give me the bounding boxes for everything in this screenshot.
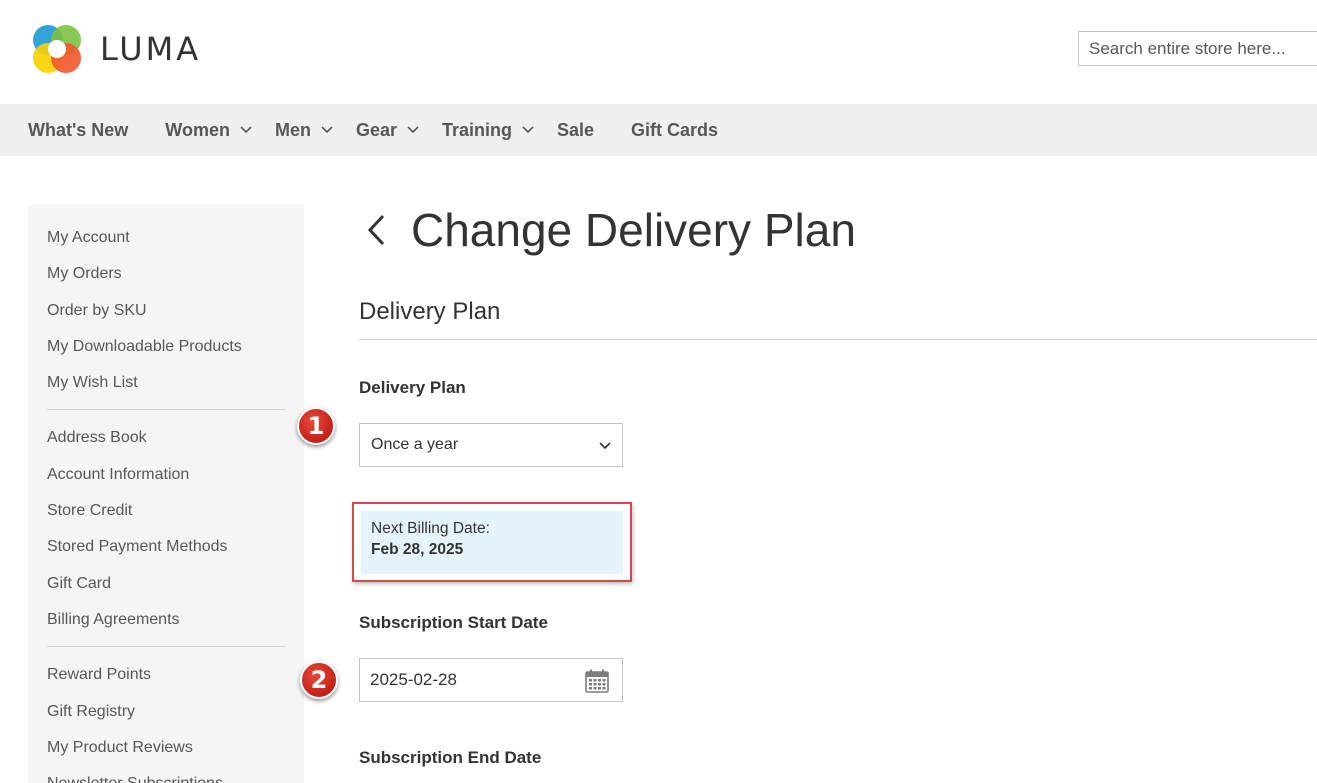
delivery-plan-select[interactable]: Once a year: [359, 423, 623, 467]
nav-label: Men: [274, 119, 311, 140]
sidebar-item-newsletter-subscriptions[interactable]: Newsletter Subscriptions: [28, 772, 304, 783]
nav-item-gift-cards[interactable]: Gift Cards: [631, 120, 718, 141]
main-navigation: What's New Women Men Gear Training Sale …: [0, 104, 1317, 156]
delivery-plan-label: Delivery Plan: [359, 378, 466, 397]
chevron-down-icon: [407, 126, 419, 134]
sidebar-item-downloadable-products[interactable]: My Downloadable Products: [28, 335, 304, 371]
nav-item-whats-new[interactable]: What's New: [28, 120, 128, 141]
nav-item-women[interactable]: Women: [165, 120, 253, 141]
search-input[interactable]: [1078, 31, 1317, 66]
luma-logo-icon: [33, 25, 81, 73]
page-title: Change Delivery Plan: [411, 204, 856, 256]
page-header: LUMA: [0, 0, 1317, 104]
end-date-label: Subscription End Date: [359, 748, 542, 767]
sidebar-item-gift-registry[interactable]: Gift Registry: [28, 700, 304, 736]
section-title: Delivery Plan: [359, 298, 1317, 340]
sidebar-divider: [47, 646, 285, 648]
sidebar-item-account-information[interactable]: Account Information: [28, 463, 304, 499]
sidebar-item-address-book[interactable]: Address Book: [28, 426, 304, 462]
next-billing-info: Next Billing Date: Feb 28, 2025: [361, 511, 623, 574]
nav-item-sale[interactable]: Sale: [557, 120, 594, 141]
sidebar-item-my-orders[interactable]: My Orders: [28, 262, 304, 298]
sidebar-item-order-by-sku[interactable]: Order by SKU: [28, 299, 304, 335]
calendar-icon[interactable]: [584, 668, 610, 694]
nav-label: Sale: [557, 119, 595, 140]
sidebar-item-my-account[interactable]: My Account: [28, 226, 304, 262]
nav-label: What's New: [28, 119, 129, 140]
chevron-down-icon: [240, 126, 252, 134]
logo-text: LUMA: [100, 30, 202, 68]
sidebar-item-wish-list[interactable]: My Wish List: [28, 371, 304, 407]
nav-item-men[interactable]: Men: [275, 120, 334, 141]
sidebar-item-stored-payment-methods[interactable]: Stored Payment Methods: [28, 535, 304, 571]
sidebar-item-billing-agreements[interactable]: Billing Agreements: [28, 608, 304, 644]
highlight-frame: Next Billing Date: Feb 28, 2025: [352, 502, 632, 582]
back-chevron-icon[interactable]: [365, 212, 387, 248]
chevron-down-icon: [321, 126, 333, 134]
next-billing-date: Feb 28, 2025: [371, 541, 464, 558]
nav-item-gear[interactable]: Gear: [356, 120, 420, 141]
delivery-plan-value: Once a year: [371, 436, 459, 453]
nav-item-training[interactable]: Training: [442, 120, 535, 141]
sidebar-divider: [47, 409, 285, 411]
step-marker-1: 1: [297, 407, 335, 445]
nav-label: Women: [165, 119, 230, 140]
nav-label: Gift Cards: [631, 119, 719, 140]
main-content: Change Delivery Plan Delivery Plan Deliv…: [352, 200, 1317, 767]
account-sidebar: My Account My Orders Order by SKU My Dow…: [28, 205, 304, 783]
next-billing-label: Next Billing Date:: [371, 520, 490, 537]
start-date-value: 2025-02-28: [370, 670, 457, 689]
sidebar-item-store-credit[interactable]: Store Credit: [28, 499, 304, 535]
nav-label: Training: [442, 119, 513, 140]
sidebar-item-gift-card[interactable]: Gift Card: [28, 572, 304, 608]
sidebar-item-product-reviews[interactable]: My Product Reviews: [28, 736, 304, 772]
step-marker-2: 2: [300, 661, 338, 699]
title-row: Change Delivery Plan: [359, 200, 1317, 260]
start-date-label: Subscription Start Date: [359, 613, 548, 632]
store-logo[interactable]: LUMA: [28, 20, 201, 78]
chevron-down-icon: [522, 126, 534, 134]
sidebar-item-reward-points[interactable]: Reward Points: [28, 663, 304, 699]
nav-label: Gear: [355, 119, 397, 140]
start-date-input[interactable]: 2025-02-28: [359, 658, 623, 702]
chevron-down-icon: [599, 442, 611, 450]
